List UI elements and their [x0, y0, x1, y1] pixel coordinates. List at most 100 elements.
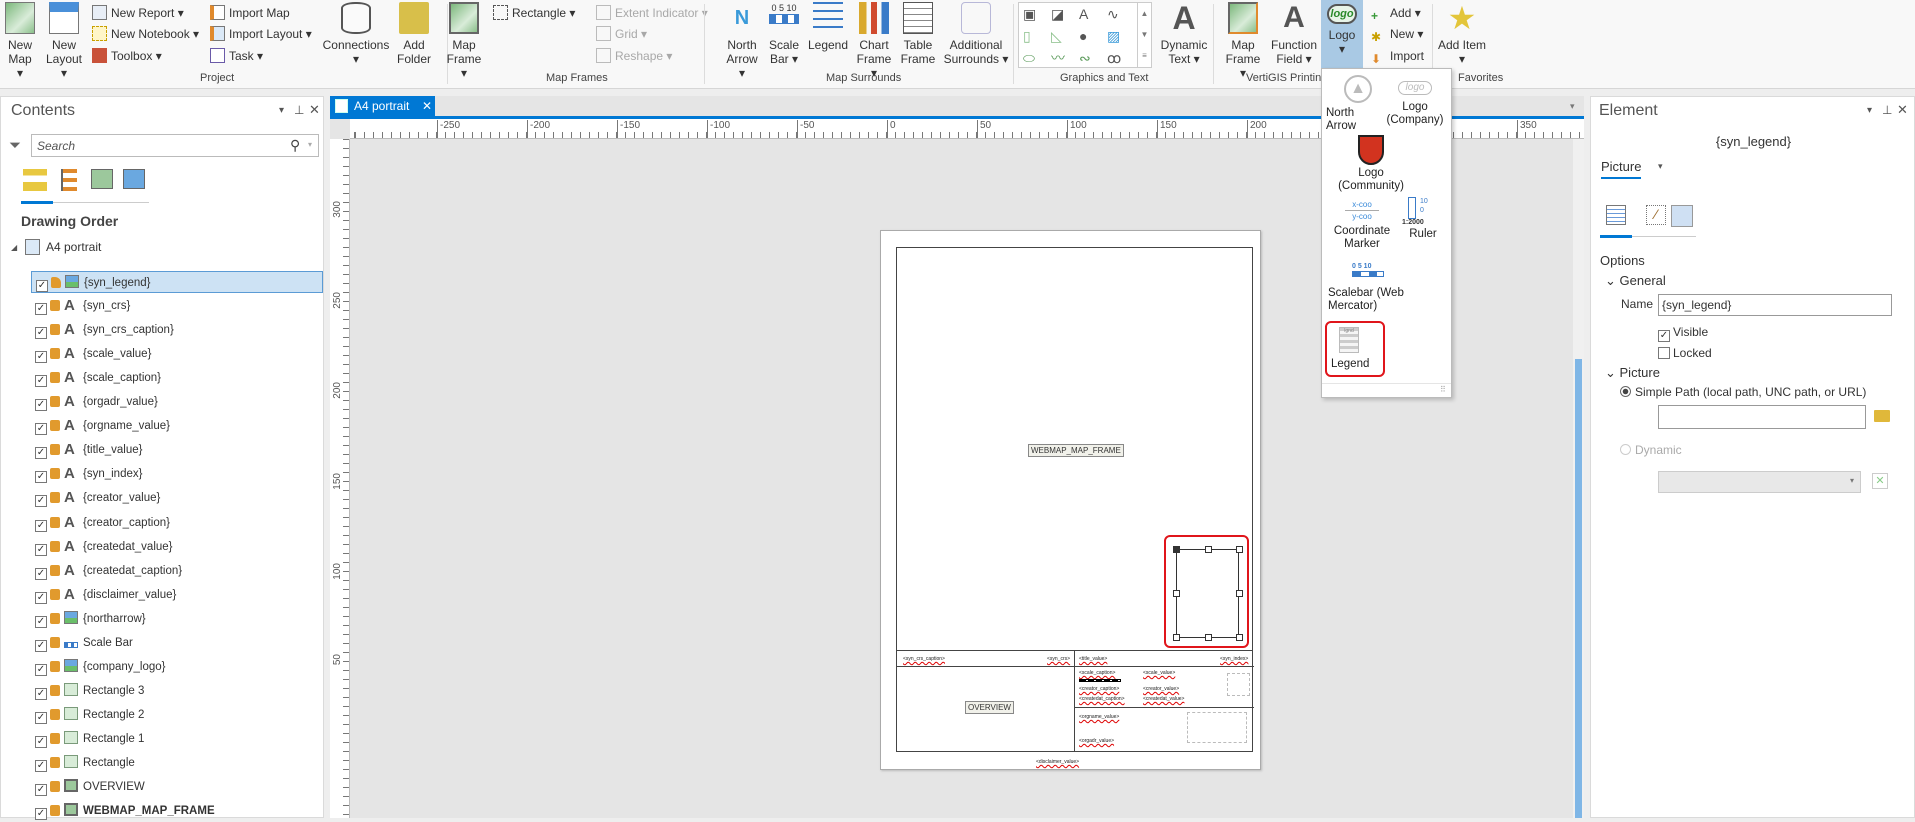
rectangle-icon[interactable]: ▯ — [1023, 25, 1051, 47]
lock-icon[interactable] — [50, 540, 60, 552]
picture-icon[interactable]: ▨ — [1107, 25, 1135, 47]
resize-grip-icon[interactable]: ⠿ — [1440, 385, 1446, 394]
visibility-checkbox[interactable]: ✓ — [35, 519, 47, 532]
clear-expression-icon[interactable]: ✕ — [1872, 473, 1888, 489]
dynamic-radio[interactable]: Dynamic — [1620, 443, 1682, 457]
filter-icon[interactable]: ⏷ — [9, 137, 21, 154]
createdat-value[interactable]: <createdat_value> — [1143, 696, 1184, 702]
text-box-icon[interactable]: ▣ — [1023, 3, 1051, 25]
function-field-button[interactable]: A Function Field ▾ — [1268, 2, 1320, 67]
visibility-checkbox[interactable]: ✓ — [35, 399, 47, 412]
visibility-checkbox[interactable]: ✓ — [35, 303, 47, 316]
curve-icon[interactable]: ∾ — [1079, 47, 1107, 69]
visibility-checkbox[interactable]: ✓ — [35, 735, 47, 748]
freehand-icon[interactable]: ꝏ — [1107, 47, 1135, 69]
visibility-checkbox[interactable]: ✓ — [35, 495, 47, 508]
contents-item[interactable]: ✓ A {scale_value} — [31, 343, 323, 365]
lock-icon[interactable] — [50, 805, 60, 817]
legend-element-selected[interactable] — [1173, 546, 1243, 641]
vertical-scrollbar[interactable] — [1573, 139, 1584, 818]
lock-icon[interactable] — [50, 324, 60, 336]
disclaimer-value[interactable]: <disclaimer_value> — [1036, 759, 1079, 765]
contents-item[interactable]: ✓ A {orgadr_value} — [31, 391, 323, 413]
connections-button[interactable]: Connections ▾ — [320, 2, 392, 66]
unlock-icon[interactable] — [51, 277, 61, 288]
webmap-map-frame[interactable]: WEBMAP_MAP_FRAME — [896, 247, 1253, 651]
menu-item-ruler[interactable]: 10 0 1:2000 Ruler — [1400, 197, 1446, 245]
contents-item[interactable]: ✓ Rectangle 3 — [31, 680, 323, 702]
vertigis-map-frame-button[interactable]: Map Frame ▾ — [1222, 2, 1264, 80]
radio-unselected[interactable] — [1620, 444, 1631, 455]
resize-handle[interactable] — [1236, 546, 1243, 553]
symbol-tab-icon[interactable]: ⁄ — [1646, 205, 1666, 225]
line-icon[interactable]: 〰 — [1051, 47, 1079, 69]
checkbox[interactable] — [1658, 347, 1670, 359]
contents-item[interactable]: ✓ A {syn_crs} — [31, 295, 323, 317]
lock-icon[interactable] — [50, 660, 60, 672]
scale-bar-button[interactable]: 0 5 10 Scale Bar ▾ — [766, 2, 802, 66]
contents-item[interactable]: ✓ A {orgname_value} — [31, 415, 323, 437]
visibility-checkbox[interactable]: ✓ — [35, 447, 47, 460]
name-input[interactable]: {syn_legend} — [1658, 294, 1892, 316]
company-logo-placeholder[interactable] — [1187, 712, 1247, 743]
selection-tab-icon[interactable] — [61, 169, 77, 191]
lock-icon[interactable] — [50, 684, 60, 696]
pane-menu-icon[interactable]: ▾ — [1867, 105, 1872, 116]
creator-caption[interactable]: <creator_caption> — [1079, 686, 1119, 692]
lock-icon[interactable] — [50, 588, 60, 600]
visibility-checkbox[interactable]: ✓ — [36, 280, 48, 292]
resize-handle[interactable] — [1236, 634, 1243, 641]
table-frame-button[interactable]: Table Frame — [898, 2, 938, 66]
resize-handle[interactable] — [1173, 546, 1180, 553]
lock-icon[interactable] — [50, 757, 60, 768]
drawing-order-tab-icon[interactable] — [23, 169, 47, 191]
circle-icon[interactable]: ● — [1079, 25, 1107, 47]
lasso-icon[interactable]: ⬭ — [1023, 47, 1051, 69]
layout-root-item[interactable]: A4 portrait — [46, 240, 101, 254]
lock-icon[interactable] — [50, 300, 60, 312]
contents-item[interactable]: ✓ A {syn_index} — [31, 463, 323, 485]
lock-icon[interactable] — [50, 372, 60, 384]
resize-handle[interactable] — [1205, 546, 1212, 553]
scale-value[interactable]: <scale_value> — [1143, 670, 1175, 676]
lock-icon[interactable] — [50, 564, 60, 576]
legend-button[interactable]: Legend — [806, 2, 850, 52]
lock-icon[interactable] — [50, 468, 60, 480]
favorites-import-button[interactable]: ⬇ Import — [1371, 46, 1424, 66]
menu-item-legend[interactable]: lgnd Legend — [1325, 321, 1385, 377]
contents-item[interactable]: ✓ Rectangle 1 — [31, 728, 323, 750]
dynamic-text-button[interactable]: A Dynamic Text ▾ — [1158, 2, 1210, 66]
chart-frame-button[interactable]: Chart Frame ▾ — [852, 2, 896, 80]
scale-bar[interactable] — [1079, 679, 1121, 682]
visibility-checkbox[interactable]: ✓ — [35, 351, 47, 364]
gallery-scroll[interactable]: ▲ ▼ ≡ — [1137, 3, 1151, 67]
menu-item-north-arrow[interactable]: ▲ North Arrow — [1326, 75, 1384, 133]
north-arrow-button[interactable]: N North Arrow ▾ — [722, 2, 762, 80]
options-tab-icon[interactable] — [1606, 205, 1626, 225]
general-section-toggle[interactable]: ⌄ General — [1605, 273, 1666, 289]
visibility-checkbox[interactable]: ✓ — [35, 687, 47, 700]
lock-icon[interactable] — [50, 396, 60, 408]
lock-icon[interactable] — [50, 636, 60, 648]
display-tab-icon[interactable] — [1671, 205, 1693, 227]
import-layout-button[interactable]: Import Layout ▾ — [210, 24, 312, 44]
lock-icon[interactable] — [50, 732, 60, 744]
visibility-checkbox[interactable]: ✓ — [35, 711, 47, 724]
curved-text-icon[interactable]: ∿ — [1107, 3, 1135, 25]
new-report-button[interactable]: New Report ▾ — [92, 3, 184, 23]
lock-icon[interactable] — [50, 612, 60, 624]
visibility-checkbox[interactable]: ✓ — [35, 543, 47, 556]
pane-menu-icon[interactable]: ▾ — [279, 105, 284, 116]
additional-surrounds-button[interactable]: Additional Surrounds ▾ — [940, 2, 1012, 66]
visibility-checkbox[interactable]: ✓ — [35, 663, 47, 676]
text-icon[interactable]: A — [1079, 3, 1107, 25]
close-icon[interactable]: ✕ — [1897, 102, 1908, 118]
lock-icon[interactable] — [50, 781, 60, 793]
path-input[interactable] — [1658, 405, 1866, 429]
toolbox-button[interactable]: Toolbox ▾ — [92, 46, 162, 66]
pin-icon[interactable]: ⊥ — [1882, 103, 1892, 117]
picture-section-toggle[interactable]: ⌄ Picture — [1605, 365, 1660, 381]
new-notebook-button[interactable]: New Notebook ▾ — [92, 24, 199, 44]
contents-item[interactable]: ✓ A {disclaimer_value} — [31, 584, 323, 606]
resize-handle[interactable] — [1173, 590, 1180, 597]
